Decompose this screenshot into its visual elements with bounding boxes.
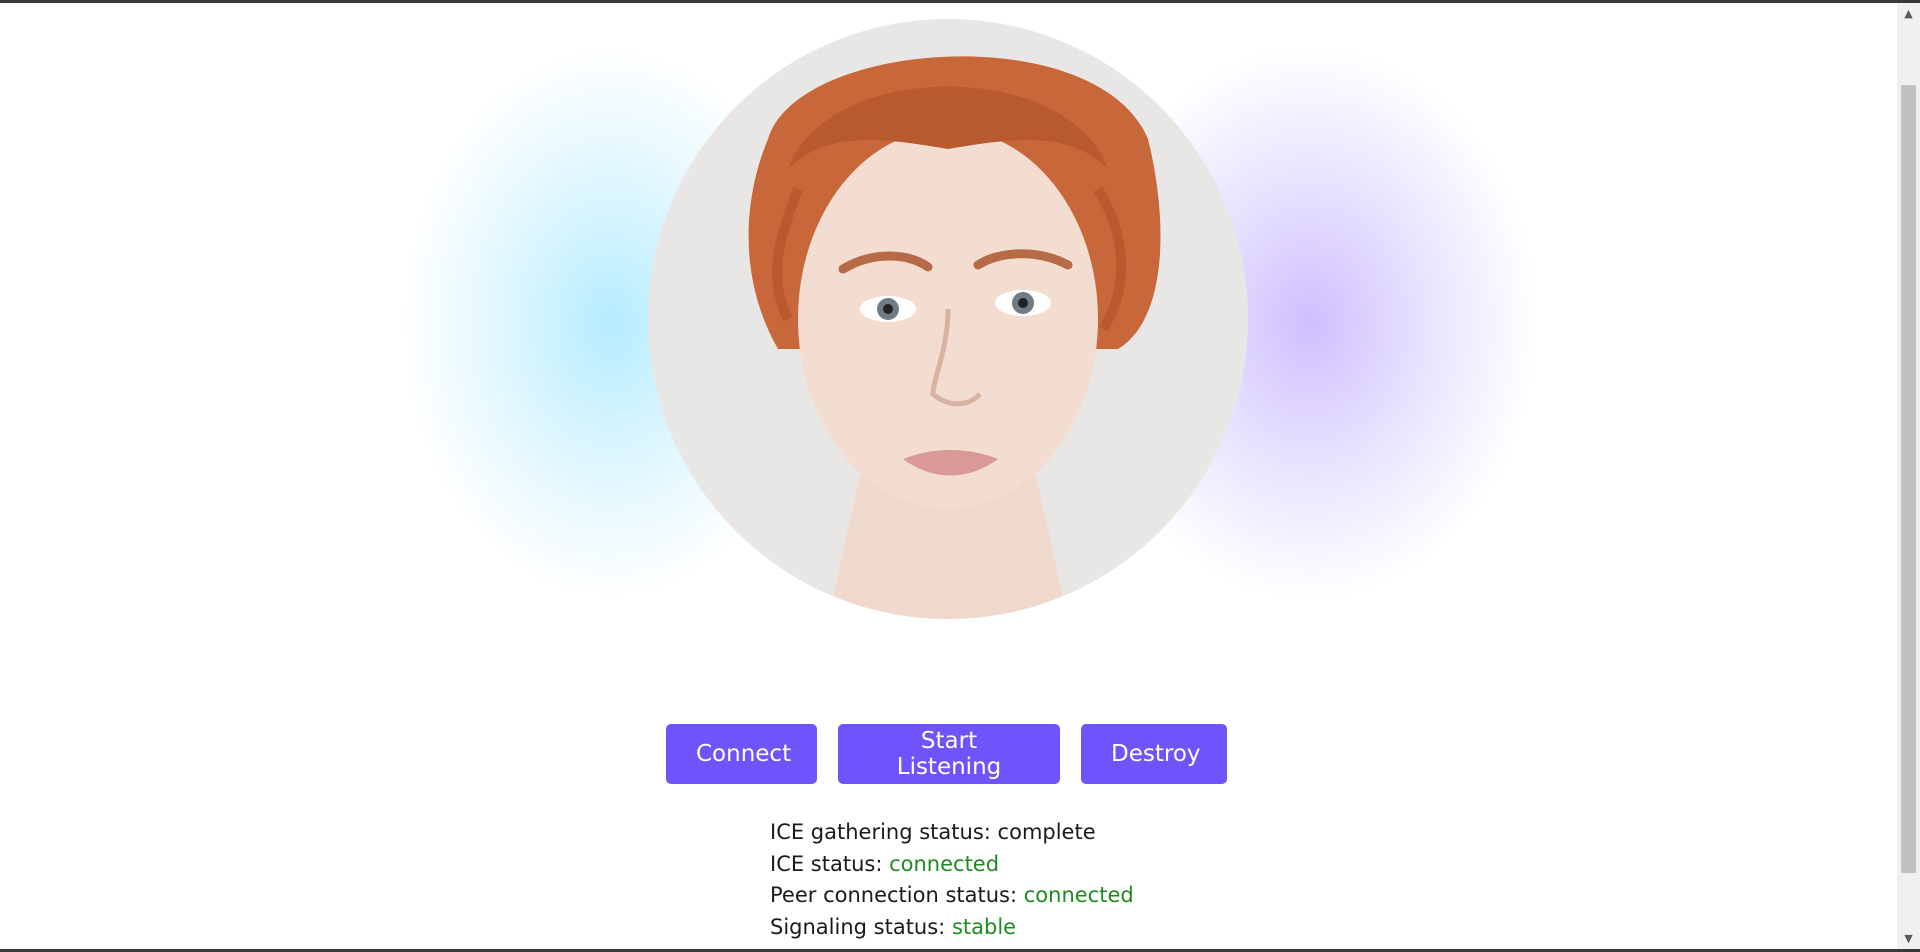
control-buttons: Connect Start Listening Destroy (0, 724, 1897, 784)
ice-gathering-label: ICE gathering status: (770, 820, 991, 844)
destroy-button[interactable]: Destroy (1081, 724, 1227, 784)
connection-status-panel: ICE gathering status: complete ICE statu… (770, 817, 1134, 943)
peer-connection-value: connected (1023, 883, 1134, 907)
peer-connection-status: Peer connection status: connected (770, 880, 1134, 912)
ice-status-label: ICE status: (770, 851, 883, 876)
connect-button[interactable]: Connect (666, 724, 817, 784)
avatar-video (648, 19, 1248, 619)
signaling-status-label: Signaling status: (770, 914, 946, 939)
signaling-status-value: stable (951, 914, 1017, 939)
signaling-status: Signaling status: stable (770, 912, 1134, 944)
avatar-portrait-image (648, 19, 1248, 619)
ice-gathering-value: complete (997, 820, 1096, 844)
vertical-scrollbar[interactable]: ▲ ▼ (1897, 3, 1920, 949)
peer-connection-label: Peer connection status: (770, 883, 1018, 907)
scrollbar-thumb[interactable] (1901, 85, 1916, 873)
scroll-down-icon[interactable]: ▼ (1897, 930, 1920, 947)
ice-gathering-status: ICE gathering status: complete (770, 817, 1134, 849)
scroll-up-icon[interactable]: ▲ (1897, 5, 1920, 22)
ice-status-value: connected (889, 851, 1000, 876)
page-content: Connect Start Listening Destroy ICE gath… (0, 3, 1897, 949)
ice-status: ICE status: connected (770, 849, 1134, 881)
start-listening-button[interactable]: Start Listening (838, 724, 1060, 784)
